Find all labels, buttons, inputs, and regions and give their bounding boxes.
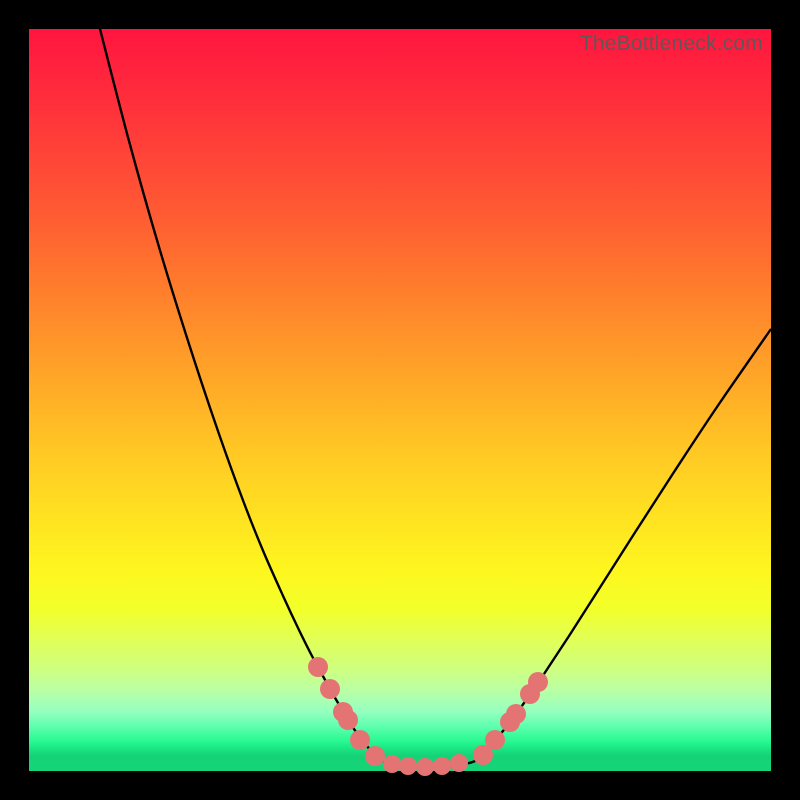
data-marker (350, 730, 370, 750)
data-marker (399, 757, 417, 775)
data-marker (308, 657, 328, 677)
marker-group (308, 657, 548, 776)
data-marker (433, 757, 451, 775)
chart-svg (29, 29, 771, 771)
data-marker (320, 679, 340, 699)
data-marker (383, 755, 401, 773)
data-marker (528, 672, 548, 692)
data-marker (506, 704, 526, 724)
data-marker (338, 710, 358, 730)
data-marker (485, 730, 505, 750)
data-marker (365, 746, 385, 766)
chart-plot-area: TheBottleneck.com (29, 29, 771, 771)
chart-frame: TheBottleneck.com (0, 0, 800, 800)
data-marker (450, 754, 468, 772)
data-marker (416, 758, 434, 776)
bottleneck-curve (100, 29, 771, 767)
